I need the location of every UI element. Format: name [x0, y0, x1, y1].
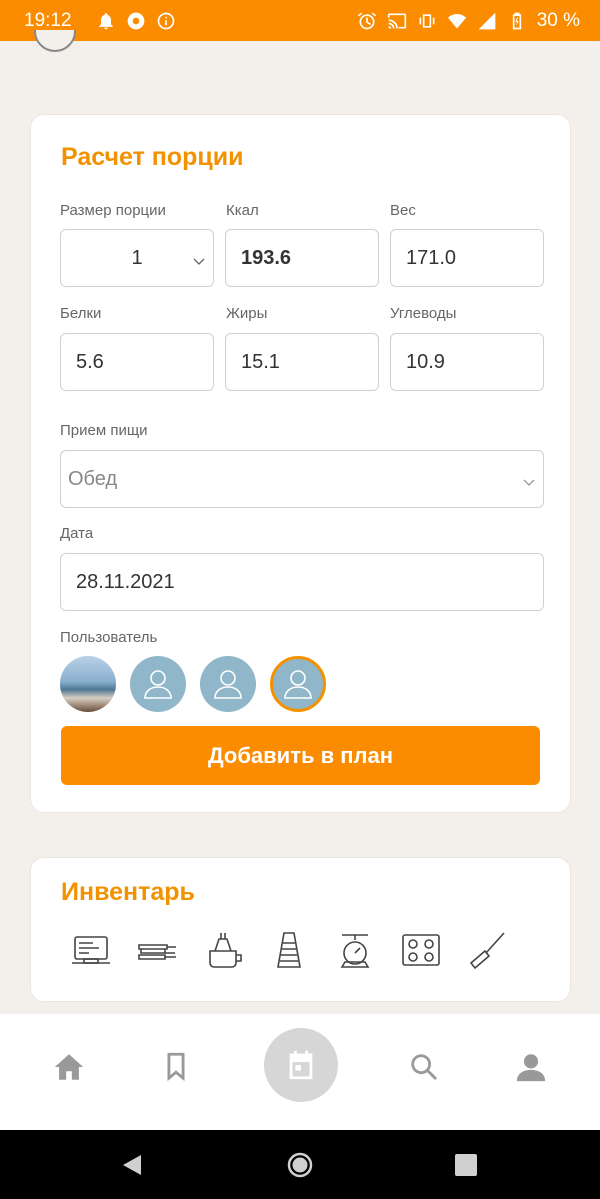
meal-label: Прием пищи: [60, 422, 148, 439]
user-placeholder-icon: [214, 670, 242, 699]
protein-value: 5.6: [76, 350, 104, 373]
spatula-icon: [465, 928, 509, 972]
carbs-value: 10.9: [406, 350, 445, 373]
date-field[interactable]: 28.11.2021: [60, 553, 544, 611]
carbs-label: Углеводы: [390, 305, 457, 322]
fat-value: 15.1: [241, 350, 280, 373]
stove-icon: [399, 928, 443, 972]
laptop-icon: [69, 928, 113, 972]
user-avatar-selected[interactable]: [270, 656, 326, 712]
recents-icon[interactable]: [453, 1152, 479, 1178]
carbs-field[interactable]: 10.9: [390, 333, 544, 391]
user-placeholder-icon: [144, 670, 172, 699]
calendar-icon: [289, 1050, 313, 1080]
meal-placeholder: Обед: [68, 467, 118, 490]
portion-size-label: Размер порции: [60, 202, 166, 219]
inventory-card: Инвентарь: [30, 857, 571, 1002]
search-icon[interactable]: [399, 1044, 449, 1090]
portion-size-value: 1: [131, 246, 143, 269]
inventory-card-title: Инвентарь: [61, 878, 195, 906]
portion-calculation-card: Расчет порции Размер порции Ккал Вес 1 1…: [30, 114, 571, 813]
system-navigation-bar: [0, 1130, 600, 1199]
bottom-navigation: [0, 1014, 600, 1130]
info-icon: [156, 11, 176, 31]
fat-field[interactable]: 15.1: [225, 333, 379, 391]
weight-value: 171.0: [406, 246, 457, 269]
pans-icon: [135, 928, 179, 972]
bookmark-icon[interactable]: [151, 1044, 201, 1090]
vibrate-icon: [417, 11, 437, 31]
battery-icon: [507, 11, 527, 31]
grater-icon: [267, 928, 311, 972]
user-label: Пользователь: [60, 629, 158, 646]
profile-icon[interactable]: [506, 1044, 556, 1090]
date-value: 28.11.2021: [76, 570, 175, 593]
back-icon[interactable]: [119, 1152, 145, 1178]
add-to-plan-button[interactable]: Добавить в план: [61, 726, 540, 785]
user-placeholder-icon: [284, 670, 312, 699]
scale-icon: [333, 928, 377, 972]
home-system-icon[interactable]: [287, 1152, 313, 1178]
calendar-button[interactable]: [264, 1028, 338, 1102]
home-icon[interactable]: [44, 1044, 94, 1090]
cast-icon: [387, 11, 407, 31]
user-avatar[interactable]: [130, 656, 186, 712]
portion-card-title: Расчет порции: [61, 143, 244, 171]
status-time: 19:12: [24, 9, 72, 31]
wifi-icon: [447, 11, 467, 31]
aperture-icon: [126, 11, 146, 31]
recipe-logo-partial: [34, 30, 76, 52]
alarm-icon: [357, 11, 377, 31]
kcal-label: Ккал: [226, 202, 259, 219]
kcal-field[interactable]: 193.6: [225, 229, 379, 287]
date-label: Дата: [60, 525, 94, 542]
chevron-down-icon: [523, 471, 535, 486]
protein-label: Белки: [60, 305, 102, 322]
battery-percent: 30 %: [536, 9, 580, 31]
notification-bell-icon: [96, 11, 116, 31]
weight-field[interactable]: 171.0: [390, 229, 544, 287]
portion-size-select[interactable]: 1: [60, 229, 214, 287]
user-selector: [60, 656, 326, 712]
weight-label: Вес: [390, 202, 416, 219]
fat-label: Жиры: [226, 305, 268, 322]
signal-icon: [477, 11, 497, 31]
kcal-value: 193.6: [241, 246, 292, 269]
user-avatar-photo[interactable]: [60, 656, 116, 712]
chevron-down-icon: [193, 250, 205, 265]
inventory-tools: [69, 928, 509, 972]
protein-field[interactable]: 5.6: [60, 333, 214, 391]
status-bar: 19:12 30 %: [0, 0, 600, 41]
juicer-icon: [201, 928, 245, 972]
user-avatar[interactable]: [200, 656, 256, 712]
meal-select[interactable]: Обед: [60, 450, 544, 508]
